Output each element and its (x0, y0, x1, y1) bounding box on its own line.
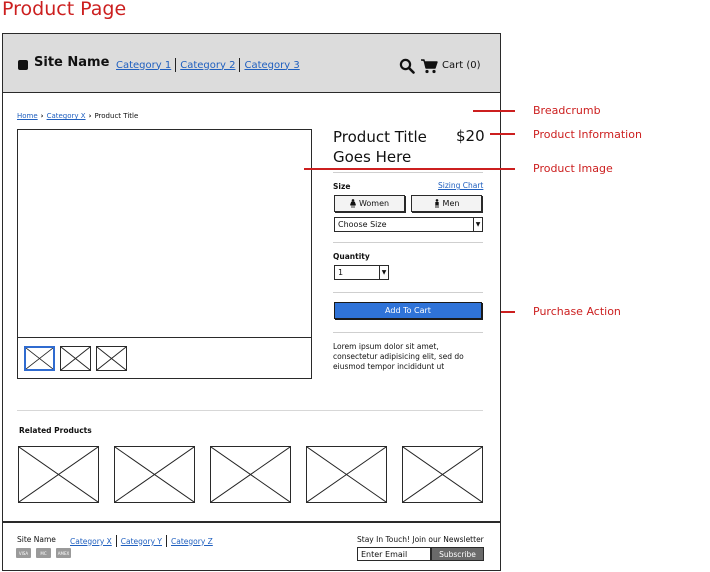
size-women-label: Women (358, 199, 390, 208)
divider (333, 332, 483, 333)
divider (333, 292, 483, 293)
size-select-value: Choose Size (338, 220, 387, 229)
nav-category-3[interactable]: Category 3 (244, 60, 299, 71)
amex-icon: AMEX (56, 548, 71, 558)
main-nav: Category 1 Category 2 Category 3 (116, 58, 300, 72)
thumbnail-1[interactable] (24, 346, 55, 371)
size-men-label: Men (442, 199, 460, 208)
product-description: Lorem ipsum dolor sit amet, consectetur … (333, 342, 464, 371)
breadcrumb-home[interactable]: Home (17, 112, 38, 120)
add-to-cart-button[interactable]: Add To Cart (334, 302, 482, 319)
man-icon (434, 199, 439, 208)
annotation-line (473, 110, 515, 112)
product-title: Product Title Goes Here (333, 128, 427, 166)
quantity-select-value: 1 (338, 268, 344, 277)
footer-site-name[interactable]: Site Name (17, 535, 56, 544)
logo-icon (18, 60, 28, 70)
thumbnail-2[interactable] (60, 346, 91, 371)
related-product[interactable] (306, 446, 387, 503)
nav-category-2[interactable]: Category 2 (180, 60, 235, 71)
cart-icon[interactable] (420, 58, 438, 74)
breadcrumb-current: Product Title (94, 112, 139, 120)
footer-nav-category-x[interactable]: Category X (70, 537, 112, 546)
annotation-breadcrumb: Breadcrumb (533, 104, 601, 117)
email-input[interactable]: Enter Email (357, 547, 431, 561)
product-price: $20 (456, 127, 485, 145)
annotation-product-information: Product Information (533, 128, 642, 141)
breadcrumb: Home › Category X › Product Title (17, 112, 138, 120)
quantity-select[interactable]: 1 ▼ (334, 265, 389, 280)
nav-separator (175, 58, 177, 72)
footer-divider (3, 521, 500, 523)
chevron-down-icon: ▼ (379, 266, 388, 279)
woman-icon (349, 199, 356, 208)
footer-nav: Category X Category Y Category Z (70, 535, 213, 547)
size-label: Size (333, 182, 351, 191)
nav-separator (239, 58, 241, 72)
quantity-label: Quantity (333, 252, 370, 261)
visa-icon: VISA (16, 548, 31, 558)
annotation-line (490, 133, 515, 135)
related-products-title: Related Products (19, 426, 92, 435)
size-select[interactable]: Choose Size ▼ (334, 217, 483, 232)
nav-separator (115, 535, 117, 547)
chevron-down-icon: ▼ (473, 218, 482, 231)
footer-nav-category-y[interactable]: Category Y (121, 537, 162, 546)
nav-category-1[interactable]: Category 1 (116, 60, 171, 71)
thumbnail-3[interactable] (96, 346, 127, 371)
annotation-line (304, 168, 515, 170)
section-divider (17, 410, 483, 411)
related-product[interactable] (114, 446, 195, 503)
search-icon[interactable] (399, 58, 415, 74)
breadcrumb-category[interactable]: Category X (47, 112, 86, 120)
site-name[interactable]: Site Name (34, 55, 109, 70)
footer-nav-category-z[interactable]: Category Z (171, 537, 213, 546)
divider (333, 242, 483, 243)
chevron-right-icon: › (40, 112, 44, 120)
sizing-chart-link[interactable]: Sizing Chart (438, 181, 483, 190)
annotation-product-image: Product Image (533, 162, 613, 175)
thumbnail-strip (17, 337, 312, 379)
mastercard-icon: MC (36, 548, 51, 558)
related-product[interactable] (402, 446, 483, 503)
page-heading: Product Page (2, 0, 127, 20)
newsletter-label: Stay In Touch! Join our Newsletter (357, 535, 484, 544)
related-product[interactable] (210, 446, 291, 503)
annotation-purchase-action: Purchase Action (533, 305, 621, 318)
related-product[interactable] (18, 446, 99, 503)
nav-separator (166, 535, 168, 547)
chevron-right-icon: › (88, 112, 92, 120)
annotation-line (501, 311, 515, 313)
size-men-button[interactable]: Men (411, 195, 482, 212)
subscribe-button[interactable]: Subscribe (431, 547, 484, 561)
divider (333, 172, 483, 173)
cart-label[interactable]: Cart (0) (442, 60, 481, 71)
size-women-button[interactable]: Women (334, 195, 405, 212)
